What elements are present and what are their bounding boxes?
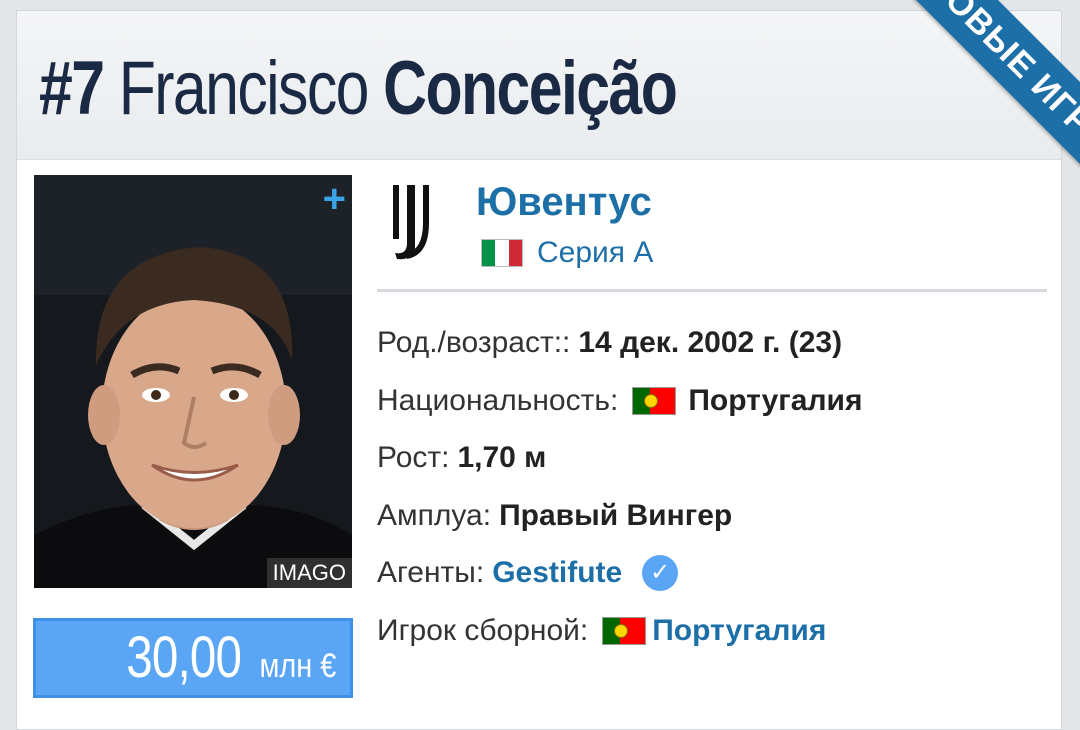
shirt-number: #7 xyxy=(39,46,105,131)
league-name-link[interactable]: Серия A xyxy=(537,236,653,270)
nationality-label: Национальность: xyxy=(377,384,619,417)
market-value-box[interactable]: 30,00 млн € xyxy=(33,618,353,698)
birth-label: Род./возраст:: xyxy=(377,326,571,359)
position-value: Правый Вингер xyxy=(499,499,733,532)
player-photo[interactable]: + IMAGO xyxy=(34,175,352,588)
height-label: Рост: xyxy=(377,441,450,474)
market-value-unit: млн € xyxy=(259,647,336,685)
photo-credit: IMAGO xyxy=(266,558,352,588)
position-label: Амплуа: xyxy=(377,499,492,532)
first-name: Francisco xyxy=(118,46,370,131)
agent-link[interactable]: Gestifute xyxy=(492,553,622,593)
club-name-link[interactable]: Ювентус xyxy=(476,179,652,225)
last-name: Conceição xyxy=(383,46,678,131)
divider xyxy=(377,289,1047,292)
new-players-ribbon-label[interactable]: НОВЫЕ ИГРОКИ xyxy=(895,0,1080,220)
height-row: Рост: 1,70 м xyxy=(377,438,546,478)
national-player-row: Игрок сборной: Португалия xyxy=(377,611,826,651)
national-player-label: Игрок сборной: xyxy=(377,614,589,647)
birth-row: Род./возраст:: 14 дек. 2002 г. (23) xyxy=(377,323,842,363)
height-value: 1,70 м xyxy=(457,441,547,474)
agents-label: Агенты: xyxy=(377,556,485,589)
league-row[interactable]: Серия A xyxy=(481,235,653,271)
nationality-row: Национальность: Португалия xyxy=(377,381,862,421)
birth-value: 14 дек. 2002 г. (23) xyxy=(578,326,843,359)
market-value-amount: 30,00 xyxy=(126,625,242,690)
player-portrait-image xyxy=(34,175,352,588)
add-photo-plus-icon[interactable]: + xyxy=(323,179,346,219)
agents-row: Агенты: Gestifute ✓ xyxy=(377,553,679,593)
position-row: Амплуа: Правый Вингер xyxy=(377,496,732,536)
italy-flag-icon xyxy=(481,239,523,267)
portugal-flag-icon xyxy=(632,387,677,415)
verified-check-icon: ✓ xyxy=(642,555,679,591)
nationality-value: Португалия xyxy=(688,384,863,417)
national-team-link[interactable]: Португалия xyxy=(652,611,826,651)
player-title: #7 Francisco Conceição xyxy=(39,46,678,131)
new-players-ribbon[interactable]: НОВЫЕ ИГРОКИ xyxy=(836,0,1080,220)
juventus-logo-icon[interactable] xyxy=(387,183,441,263)
portugal-flag-icon xyxy=(602,617,647,645)
